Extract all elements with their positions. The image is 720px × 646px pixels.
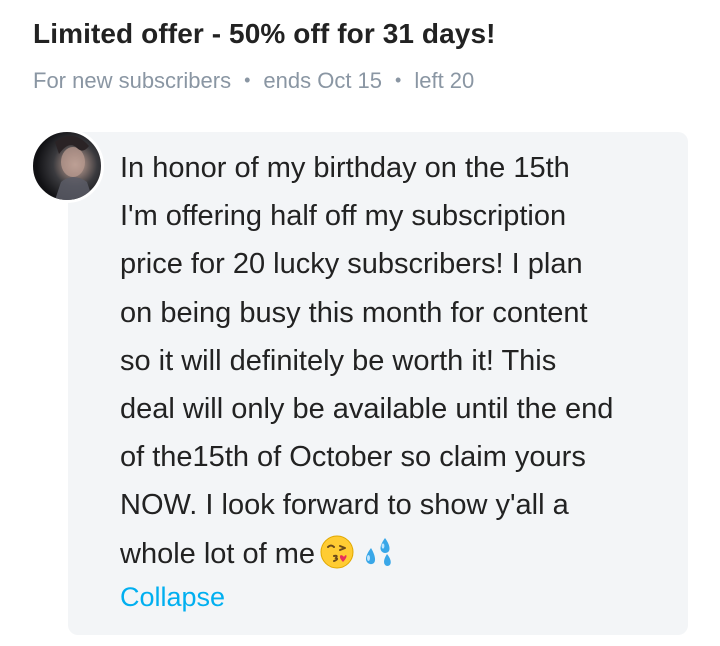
offer-remaining: left 20 <box>414 68 475 93</box>
collapse-link[interactable]: Collapse <box>120 582 225 613</box>
message-line: NOW. I look forward to show y'all a <box>120 489 569 522</box>
offer-audience: For new subscribers <box>33 68 232 93</box>
offer-meta: For new subscribers • ends Oct 15 • left 20 <box>33 68 474 94</box>
message-line: whole lot of me <box>120 537 316 570</box>
separator-dot: • <box>395 70 402 90</box>
separator-dot: • <box>244 70 251 90</box>
message-line: on being busy this month for content <box>120 296 588 329</box>
message-line: so it will definitely be worth it! This <box>120 344 557 377</box>
avatar[interactable] <box>30 129 104 203</box>
offer-ends: ends Oct 15 <box>263 68 383 93</box>
kissing-face-emoji-icon <box>319 534 355 585</box>
message-line: deal will only be available until the en… <box>120 393 614 426</box>
message-last-line: whole lot of me <box>120 530 680 585</box>
post-message: In honor of my birthday on the 15th I'm … <box>120 144 680 585</box>
avatar-photo <box>55 135 93 200</box>
offer-title: Limited offer - 50% off for 31 days! <box>33 18 496 49</box>
message-line: I'm offering half off my subscription <box>120 200 567 233</box>
message-line: of the15th of October so claim yours <box>120 441 586 474</box>
message-line: price for 20 lucky subscribers! I plan <box>120 248 583 281</box>
message-line: In honor of my birthday on the 15th <box>120 152 570 184</box>
sweat-droplets-emoji-icon <box>359 534 397 585</box>
